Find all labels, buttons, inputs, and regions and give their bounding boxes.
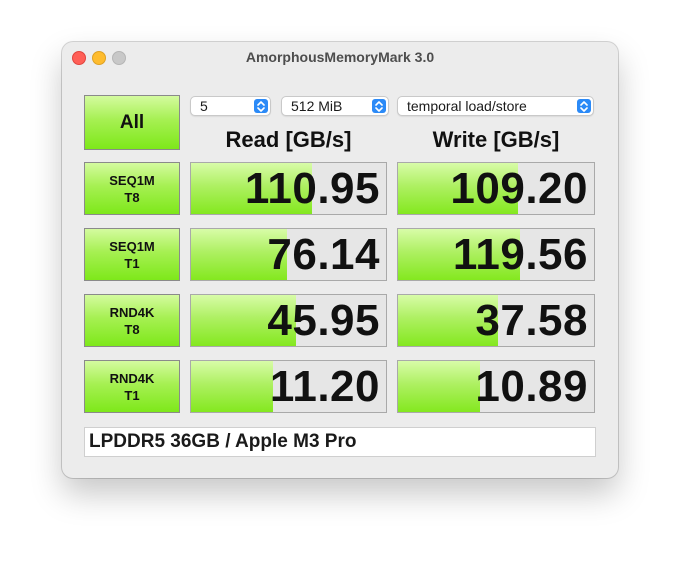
size-select-value: 512 MiB <box>291 98 343 114</box>
count-select[interactable]: 5 <box>190 96 271 116</box>
test-label-line1: RND4K <box>109 370 155 386</box>
test-label-line1: SEQ1M <box>109 238 155 254</box>
all-button[interactable]: All <box>84 95 180 150</box>
read-value: 45.95 <box>267 296 380 345</box>
test-label-line2: T1 <box>124 387 140 403</box>
read-header: Read [GB/s] <box>225 127 352 152</box>
seq1m-t1-button[interactable]: SEQ1M T1 <box>84 228 180 281</box>
seq1m-t8-write-result: 109.20 <box>397 162 595 215</box>
write-value: 10.89 <box>475 362 588 411</box>
rnd4k-t1-write-result: 10.89 <box>397 360 595 413</box>
seq1m-t1-read-result: 76.14 <box>190 228 387 281</box>
read-value: 110.95 <box>244 164 380 213</box>
read-value: 11.20 <box>269 362 380 411</box>
chevron-updown-icon <box>372 99 386 113</box>
titlebar: AmorphousMemoryMark 3.0 <box>62 42 618 72</box>
rnd4k-t1-button[interactable]: RND4K T1 <box>84 360 180 413</box>
write-value: 37.58 <box>475 296 588 345</box>
test-label-line2: T1 <box>124 255 140 271</box>
window-title: AmorphousMemoryMark 3.0 <box>245 49 435 65</box>
write-value: 119.56 <box>452 230 588 279</box>
rnd4k-t8-read-result: 45.95 <box>190 294 387 347</box>
read-value: 76.14 <box>267 230 380 279</box>
write-bar <box>398 361 481 412</box>
rnd4k-t1-read-result: 11.20 <box>190 360 387 413</box>
mode-select-value: temporal load/store <box>407 98 527 114</box>
read-bar <box>191 361 273 412</box>
test-label-line1: RND4K <box>109 304 155 320</box>
count-select-value: 5 <box>200 98 208 114</box>
rnd4k-t8-button[interactable]: RND4K T8 <box>84 294 180 347</box>
app-window: AmorphousMemoryMark 3.0 All 5 512 MiB te… <box>62 42 618 478</box>
comment-field[interactable]: LPDDR5 36GB / Apple M3 Pro <box>84 427 596 457</box>
test-label-line2: T8 <box>124 321 140 337</box>
size-select[interactable]: 512 MiB <box>281 96 389 116</box>
mode-select[interactable]: temporal load/store <box>397 96 594 116</box>
write-header: Write [GB/s] <box>432 127 560 152</box>
chevron-updown-icon <box>254 99 268 113</box>
rnd4k-t8-write-result: 37.58 <box>397 294 595 347</box>
test-label-line1: SEQ1M <box>109 172 155 188</box>
write-value: 109.20 <box>450 164 588 213</box>
chevron-updown-icon <box>577 99 591 113</box>
seq1m-t8-read-result: 110.95 <box>190 162 387 215</box>
seq1m-t1-write-result: 119.56 <box>397 228 595 281</box>
seq1m-t8-button[interactable]: SEQ1M T8 <box>84 162 180 215</box>
test-label-line2: T8 <box>124 189 140 205</box>
